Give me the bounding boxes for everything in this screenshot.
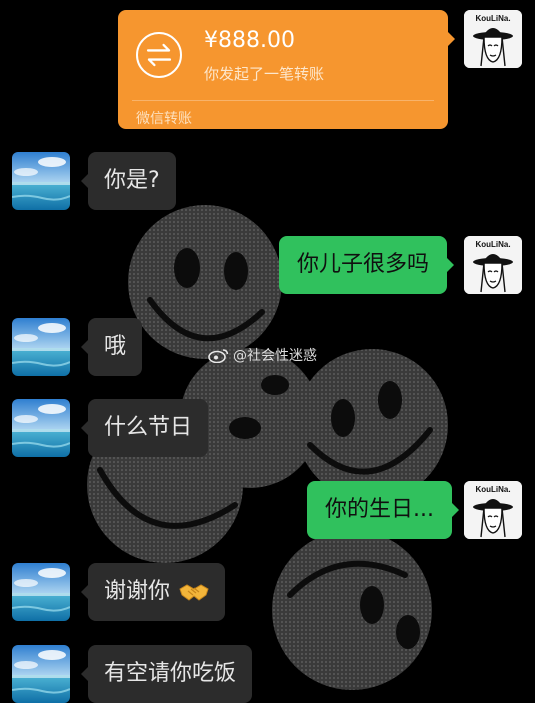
svg-text:KouLiNa.: KouLiNa. xyxy=(475,14,510,23)
weibo-watermark: @社会性迷惑 xyxy=(208,345,317,365)
svg-text:KouLiNa.: KouLiNa. xyxy=(475,485,510,494)
sea-sky-image xyxy=(12,399,70,457)
message-text: 有空请你吃饭 xyxy=(104,661,237,686)
message-bubble-received[interactable]: 谢谢你 xyxy=(80,563,226,621)
message-text: 你的生日... xyxy=(325,497,434,522)
transfer-arrows-icon xyxy=(136,32,182,78)
avatar-illustration: KouLiNa. xyxy=(464,236,522,294)
message-text: 你儿子很多吗 xyxy=(297,252,430,277)
watermark-text: @社会性迷惑 xyxy=(233,348,317,364)
transfer-amount: ¥888.00 xyxy=(204,28,295,53)
avatar-illustration: KouLiNa. xyxy=(464,10,522,68)
transfer-description: 你发起了一笔转账 xyxy=(204,65,325,83)
sea-sky-image xyxy=(12,318,70,376)
avatar-illustration: KouLiNa. xyxy=(464,481,522,539)
contact-avatar[interactable] xyxy=(12,399,70,457)
my-avatar[interactable]: KouLiNa. xyxy=(464,236,522,294)
message-bubble-received[interactable]: 有空请你吃饭 xyxy=(80,645,253,703)
my-avatar[interactable]: KouLiNa. xyxy=(464,481,522,539)
message-bubble-received[interactable]: 你是? xyxy=(81,152,176,210)
message-text: 什么节日 xyxy=(104,415,193,440)
transfer-divider xyxy=(132,100,434,101)
transfer-card[interactable]: ¥888.00 你发起了一笔转账 微信转账 xyxy=(118,10,455,129)
message-text: 哦 xyxy=(104,334,127,359)
message-bubble-received[interactable]: 什么节日 xyxy=(80,399,209,457)
weibo-logo-icon xyxy=(208,349,229,363)
sea-sky-image xyxy=(12,152,70,210)
transfer-footer: 微信转账 xyxy=(136,111,192,127)
contact-avatar[interactable] xyxy=(12,645,70,703)
message-bubble-sent[interactable]: 你儿子很多吗 xyxy=(279,236,455,294)
contact-avatar[interactable] xyxy=(12,563,70,621)
message-text: 你是? xyxy=(104,168,160,193)
sea-sky-image xyxy=(12,563,70,621)
message-bubble-received[interactable]: 哦 xyxy=(80,318,143,376)
message-bubble-sent[interactable]: 你的生日... xyxy=(307,481,459,539)
my-avatar[interactable]: KouLiNa. xyxy=(464,10,522,68)
sea-sky-image xyxy=(12,645,70,703)
handshake-emoji-icon xyxy=(179,584,209,601)
message-text: 谢谢你 xyxy=(104,579,171,604)
contact-avatar[interactable] xyxy=(12,152,70,210)
contact-avatar[interactable] xyxy=(12,318,70,376)
svg-text:KouLiNa.: KouLiNa. xyxy=(475,240,510,249)
